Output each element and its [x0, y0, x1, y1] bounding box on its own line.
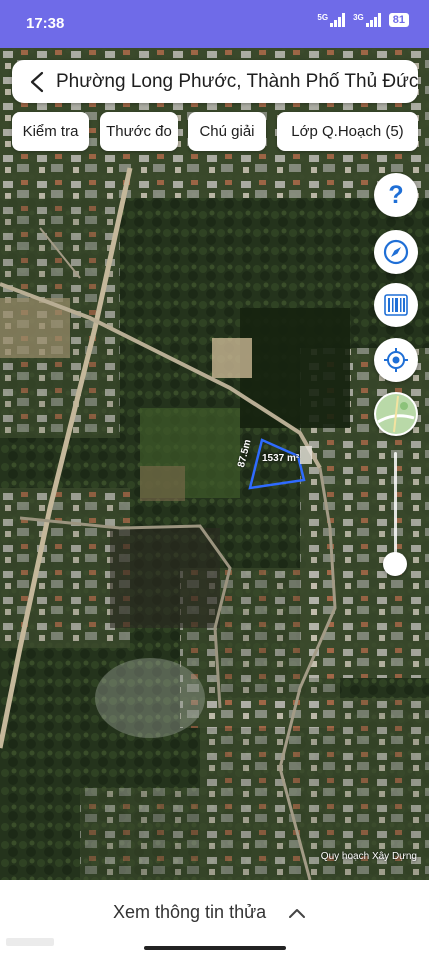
- barcode-icon: [384, 294, 408, 316]
- chevron-up-icon[interactable]: [288, 907, 306, 919]
- battery-icon: 81: [388, 13, 409, 27]
- locate-button[interactable]: [374, 338, 418, 382]
- legend-button[interactable]: Chú giải: [188, 112, 266, 151]
- locate-icon: [384, 348, 408, 372]
- help-button[interactable]: ?: [374, 173, 418, 217]
- map-type-icon: [376, 394, 416, 434]
- barcode-button[interactable]: [374, 283, 418, 327]
- measure-button[interactable]: Thước đo: [100, 112, 178, 151]
- header-bar: Phường Long Phước, Thành Phố Thủ Đức: [12, 60, 418, 103]
- zoom-slider-handle[interactable]: [383, 551, 407, 576]
- satellite-map[interactable]: [0, 48, 429, 880]
- home-indicator: [144, 946, 286, 950]
- status-icons: 5G 3G 81: [317, 13, 409, 27]
- check-button[interactable]: Kiểm tra: [12, 112, 89, 151]
- map-imagery: [0, 48, 429, 880]
- planning-layer-button[interactable]: Lớp Q.Hoạch (5): [277, 112, 418, 151]
- compass-button[interactable]: [374, 230, 418, 274]
- compass-icon: [383, 239, 409, 265]
- parcel-info-sheet[interactable]: Xem thông tin thửa: [0, 880, 429, 960]
- signal-5g-icon: 5G: [317, 13, 346, 27]
- plot-area-label: 1537 m²: [262, 453, 300, 464]
- back-arrow-icon[interactable]: [28, 71, 48, 93]
- watermark-logo: [6, 938, 54, 946]
- view-parcel-info-button[interactable]: Xem thông tin thửa: [113, 902, 266, 923]
- status-bar: 17:38 5G 3G 81: [0, 0, 429, 48]
- page-title: Phường Long Phước, Thành Phố Thủ Đức: [56, 71, 419, 92]
- signal-3g-icon: 3G: [353, 13, 381, 27]
- help-icon: ?: [388, 180, 404, 209]
- status-time: 17:38: [26, 15, 65, 32]
- map-type-button[interactable]: [374, 392, 418, 436]
- map-credit: Quy hoạch Xây Dựng: [320, 851, 417, 862]
